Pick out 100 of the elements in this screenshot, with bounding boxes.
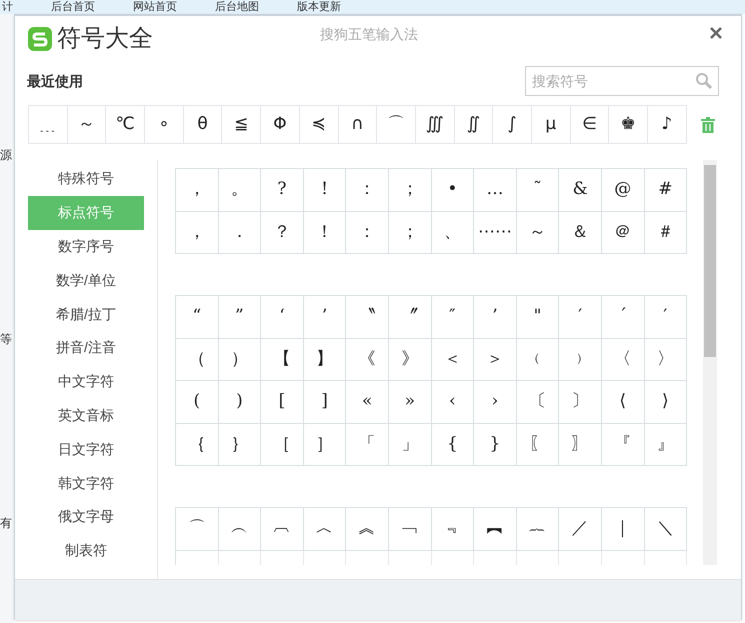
symbol-key[interactable]: 〕: [559, 381, 602, 424]
trash-icon[interactable]: [700, 116, 715, 132]
symbol-key[interactable]: ": [516, 296, 560, 338]
symbol-key[interactable]: ‹: [432, 381, 474, 424]
symbol-key[interactable]: ∭: [416, 106, 455, 144]
symbol-key[interactable]: ˜: [516, 169, 560, 212]
symbol-key[interactable]: ): [218, 381, 262, 424]
symbol-key[interactable]: ﹙: [516, 338, 560, 381]
category-tab[interactable]: 制表符: [28, 534, 144, 568]
search-icon[interactable]: [695, 72, 713, 90]
symbol-key[interactable]: 〉: [644, 338, 688, 381]
symbol-key[interactable]: 、: [432, 212, 474, 254]
category-tab[interactable]: 俄文字母: [28, 500, 144, 534]
symbol-key[interactable]: 〝: [346, 296, 389, 338]
symbol-key[interactable]: ～: [68, 106, 106, 144]
search-field[interactable]: 搜索符号: [525, 66, 719, 96]
symbol-key[interactable]: ｝: [218, 424, 262, 466]
symbol-key[interactable]: …: [474, 169, 517, 212]
symbol-key[interactable]: }: [474, 424, 517, 466]
menu-link[interactable]: 版本更新: [297, 0, 341, 14]
symbol-key[interactable]: ’: [304, 296, 346, 338]
menu-link[interactable]: 计: [2, 0, 13, 14]
symbol-key[interactable]: ∫: [493, 106, 532, 144]
symbol-key[interactable]: ″: [432, 296, 474, 338]
symbol-key[interactable]: «: [346, 381, 389, 424]
symbol-key[interactable]: ‘: [261, 296, 304, 338]
symbol-key[interactable]: ’: [474, 296, 517, 338]
scrollbar[interactable]: [703, 160, 717, 565]
symbol-key[interactable]: &: [559, 169, 602, 212]
symbol-key[interactable]: ›: [474, 381, 517, 424]
symbol-key[interactable]: ；: [388, 212, 432, 254]
symbol-key[interactable]: ＠: [602, 212, 645, 254]
symbol-key[interactable]: ｛: [176, 424, 219, 466]
symbol-key[interactable]: “: [176, 296, 219, 338]
symbol-key[interactable]: 》: [388, 338, 432, 381]
symbol-key[interactable]: (: [176, 381, 219, 424]
category-tab[interactable]: 韩文字符: [28, 466, 144, 500]
menu-link[interactable]: 网站首页: [133, 0, 177, 14]
symbol-key[interactable]: ［: [261, 424, 304, 466]
symbol-key[interactable]: 】: [304, 338, 346, 381]
symbol-key[interactable]: ︹: [261, 508, 304, 550]
symbol-key[interactable]: ﹍: [29, 106, 68, 144]
symbol-key[interactable]: 。: [218, 169, 262, 212]
symbol-key[interactable]: ⋯⋯: [474, 212, 517, 254]
symbol-key[interactable]: ⟨: [602, 381, 645, 424]
category-tab[interactable]: 希腊/拉丁: [28, 297, 144, 331]
symbol-key[interactable]: 【: [261, 338, 304, 381]
category-tab[interactable]: 日文字符: [28, 432, 144, 466]
symbol-key[interactable]: ＜: [432, 338, 474, 381]
symbol-key[interactable]: ︵: [218, 508, 262, 550]
symbol-key[interactable]: ︷: [516, 508, 560, 550]
symbol-key[interactable]: ?: [261, 169, 304, 212]
symbol-key[interactable]: ﹁: [388, 508, 432, 550]
symbol-key[interactable]: ＞: [474, 338, 517, 381]
symbol-key[interactable]: ⟩: [644, 381, 688, 424]
symbol-key[interactable]: ～: [516, 212, 560, 254]
symbol-key[interactable]: （: [176, 338, 219, 381]
symbol-key[interactable]: ＼: [644, 508, 688, 550]
symbol-key[interactable]: ∈: [570, 106, 610, 144]
symbol-key[interactable]: ⌒: [176, 508, 219, 550]
symbol-key[interactable]: ／: [559, 508, 602, 550]
symbol-key[interactable]: ．: [218, 212, 262, 254]
symbol-key[interactable]: @: [602, 169, 645, 212]
symbol-key[interactable]: #: [644, 169, 688, 212]
symbol-key[interactable]: [: [261, 381, 304, 424]
symbol-key[interactable]: 〈: [602, 338, 645, 381]
symbol-key[interactable]: ♪: [648, 106, 687, 144]
symbol-key[interactable]: ∘: [145, 106, 184, 144]
symbol-key[interactable]: ）: [218, 338, 262, 381]
symbol-key[interactable]: ′: [559, 296, 602, 338]
category-tab[interactable]: 数字序号: [28, 230, 144, 264]
symbol-key[interactable]: 」: [388, 424, 432, 466]
symbol-key[interactable]: ，: [176, 212, 219, 254]
symbol-key[interactable]: !: [304, 169, 346, 212]
symbol-key[interactable]: ︿: [304, 508, 346, 550]
symbol-key[interactable]: ｜: [602, 508, 645, 550]
symbol-key[interactable]: ≼: [300, 106, 338, 144]
symbol-key[interactable]: ；: [388, 169, 432, 212]
symbol-key[interactable]: »: [388, 381, 432, 424]
symbol-key[interactable]: Φ: [261, 106, 300, 144]
symbol-key[interactable]: ≦: [222, 106, 262, 144]
symbol-key[interactable]: μ: [532, 106, 571, 144]
symbol-key[interactable]: ´: [602, 296, 645, 338]
symbol-key[interactable]: ︻: [474, 508, 517, 550]
symbol-key[interactable]: ]: [304, 381, 346, 424]
symbol-key[interactable]: ：: [346, 169, 389, 212]
symbol-key[interactable]: 〔: [516, 381, 560, 424]
symbol-key[interactable]: 〖: [516, 424, 560, 466]
symbol-key[interactable]: ︽: [346, 508, 389, 550]
symbol-key[interactable]: ∩: [338, 106, 378, 144]
category-tab[interactable]: 中文字符: [28, 364, 144, 399]
category-tab[interactable]: 数学/单位: [28, 263, 144, 298]
symbol-key[interactable]: 〞: [388, 296, 432, 338]
symbol-key[interactable]: ′: [644, 296, 688, 338]
menu-link[interactable]: 后台首页: [51, 0, 95, 14]
symbol-key[interactable]: 《: [346, 338, 389, 381]
symbol-key[interactable]: 』: [644, 424, 688, 466]
close-icon[interactable]: [709, 26, 723, 40]
symbol-key[interactable]: ：: [346, 212, 389, 254]
menu-link[interactable]: 后台地图: [215, 0, 259, 14]
